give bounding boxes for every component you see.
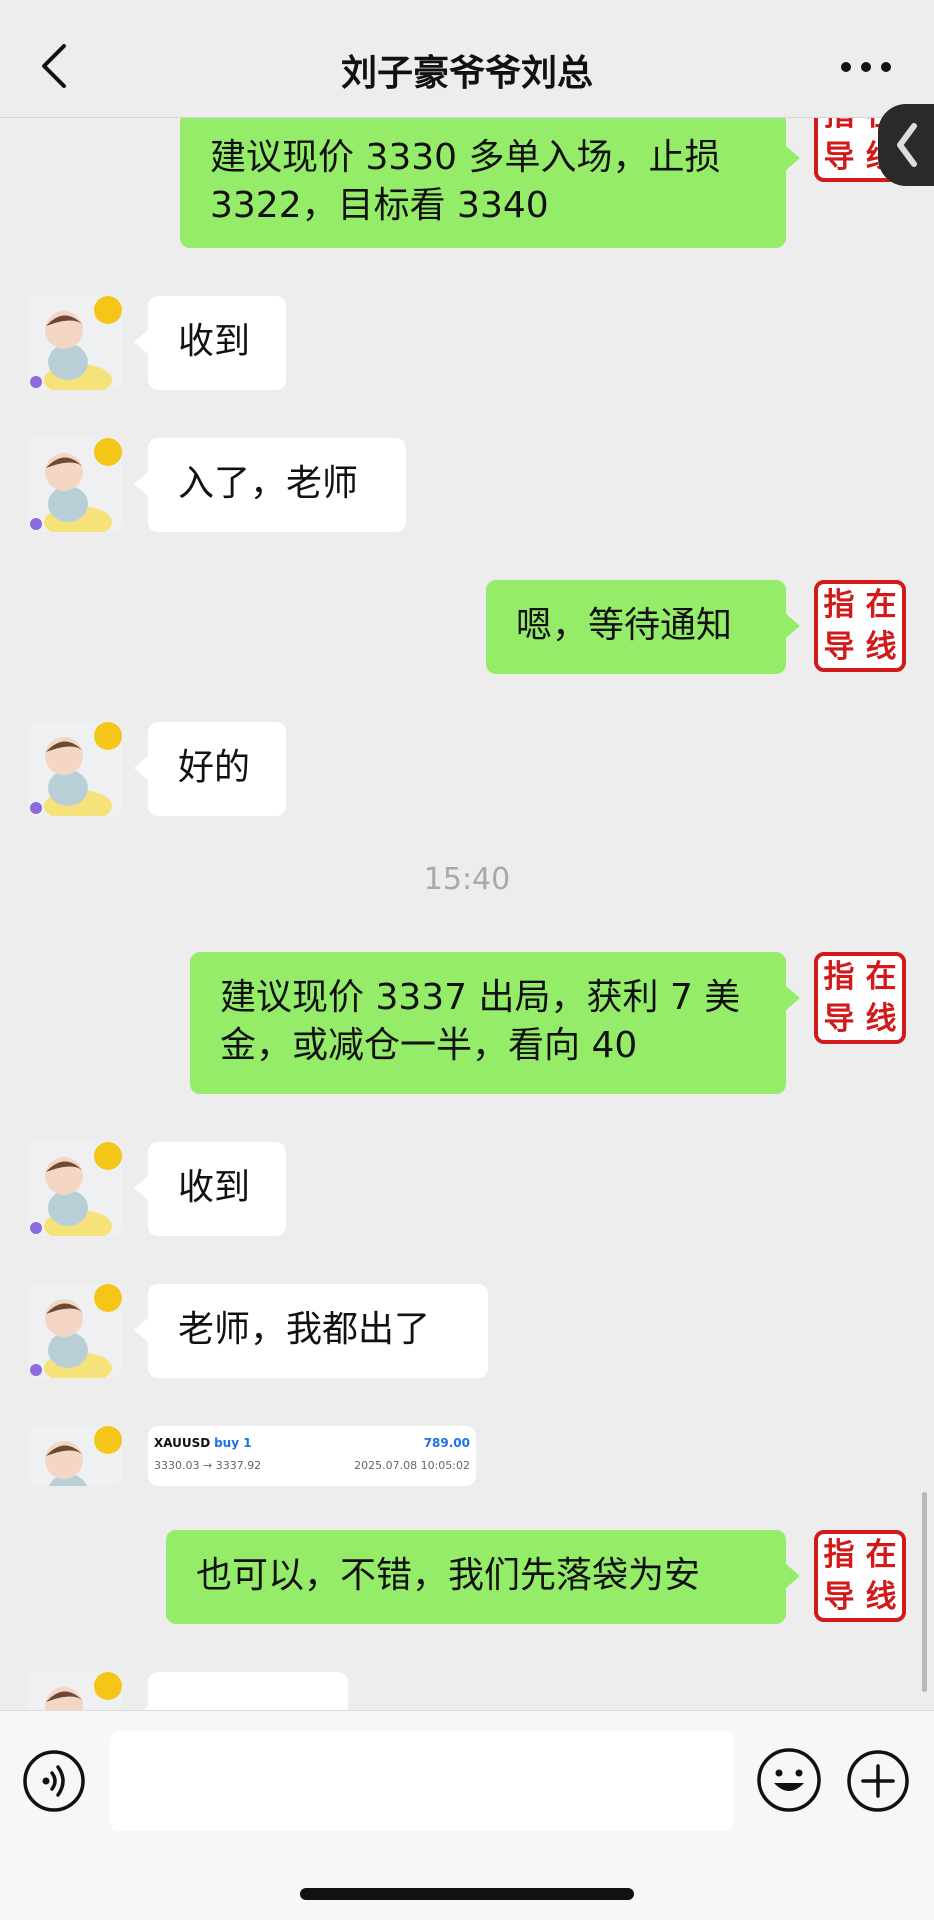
- message-bubble-outgoing[interactable]: 嗯，等待通知: [486, 580, 800, 674]
- trade-datetime: 2025.07.08 10:05:02: [354, 1458, 470, 1472]
- stamp-char: 线: [865, 628, 897, 665]
- contact-avatar[interactable]: [28, 1672, 122, 1710]
- message-text: 好的: [178, 747, 251, 788]
- trade-card[interactable]: XAUUSD buy 1 789.00 3330.03 → 3337.92 20…: [148, 1426, 476, 1486]
- message-text: 嗯，等待通知: [516, 605, 733, 646]
- stamp-char: 指: [823, 958, 855, 995]
- stamp-char: 指: [823, 586, 855, 623]
- baby-photo-icon: [28, 438, 122, 532]
- stamp-avatar[interactable]: 指 在 导 线: [814, 952, 906, 1044]
- baby-photo-icon: [28, 1672, 122, 1710]
- stamp-avatar[interactable]: 指 在 导 线: [814, 1530, 906, 1622]
- message-bubble-incoming[interactable]: 老师，我都出了: [134, 1284, 488, 1378]
- message-bubble-incoming[interactable]: 收到: [134, 1142, 286, 1236]
- contact-avatar[interactable]: [28, 438, 122, 532]
- message-bubble-incoming[interactable]: 好的: [134, 722, 286, 816]
- home-indicator[interactable]: [300, 1888, 634, 1900]
- contact-avatar[interactable]: [28, 1426, 122, 1486]
- message-text: 也可以，不错，我们先落袋为安: [196, 1555, 701, 1596]
- chat-title: 刘子豪爷爷刘总: [340, 53, 593, 94]
- message-bubble-outgoing[interactable]: 建议现价 3330 多单入场，止损 3322，目标看 3340: [180, 118, 800, 248]
- stamp-char: 线: [865, 1000, 897, 1037]
- message-bubble-incoming[interactable]: 收到: [134, 296, 286, 390]
- message-input[interactable]: [110, 1731, 734, 1831]
- message-text: 建议现价 3337 出局，获利 7 美金，或减仓一半，看向 40: [220, 977, 741, 1066]
- contact-avatar[interactable]: [28, 296, 122, 390]
- stamp-char: 导: [823, 1000, 855, 1037]
- baby-photo-icon: [28, 722, 122, 816]
- trade-prices: 3330.03 → 3337.92: [154, 1458, 262, 1472]
- ellipsis-icon[interactable]: [836, 52, 896, 82]
- stamp-char: 在: [865, 586, 897, 623]
- baby-photo-icon: [28, 1426, 122, 1486]
- stamp-char: 指: [823, 1536, 855, 1573]
- plus-icon[interactable]: [846, 1749, 910, 1813]
- scrollbar[interactable]: [922, 1492, 927, 1692]
- emoji-icon[interactable]: [756, 1747, 822, 1813]
- floating-side-tab[interactable]: [878, 104, 934, 186]
- stamp-char: 导: [823, 628, 855, 665]
- timestamp: 15:40: [423, 862, 511, 897]
- chat-area[interactable]: 建议现价 3330 多单入场，止损 3322，目标看 3340 指 在 导 线 …: [0, 118, 934, 1710]
- message-bubble-incoming[interactable]: 入了，老师: [134, 438, 406, 532]
- baby-photo-icon: [28, 1284, 122, 1378]
- stamp-char: 指: [818, 118, 860, 131]
- thumbs-up-emoji-icon: [178, 1694, 318, 1710]
- stamp-avatar[interactable]: 指 在 导 线: [814, 580, 906, 672]
- message-text: 收到: [178, 321, 251, 362]
- chevron-left-icon: [897, 123, 917, 167]
- trade-profit: 789.00: [423, 1436, 470, 1450]
- stamp-char: 在: [865, 1536, 897, 1573]
- trade-side: buy 1: [214, 1436, 252, 1450]
- contact-avatar[interactable]: [28, 1142, 122, 1236]
- message-text: 老师，我都出了: [178, 1309, 431, 1350]
- stamp-char: 导: [823, 1578, 855, 1615]
- baby-photo-icon: [28, 1142, 122, 1236]
- message-text: 入了，老师: [178, 463, 359, 504]
- stamp-char: 线: [865, 1578, 897, 1615]
- contact-avatar[interactable]: [28, 722, 122, 816]
- stamp-char: 在: [865, 958, 897, 995]
- stamp-char: 导: [823, 138, 855, 175]
- message-text: 收到: [178, 1167, 251, 1208]
- message-text: 建议现价 3330 多单入场，止损 3322，目标看 3340: [210, 137, 721, 226]
- voice-icon[interactable]: [22, 1749, 86, 1813]
- message-bubble-outgoing[interactable]: 也可以，不错，我们先落袋为安: [166, 1530, 800, 1624]
- message-bubble-outgoing[interactable]: 建议现价 3337 出局，获利 7 美金，或减仓一半，看向 40: [190, 952, 800, 1094]
- nav-bar: 刘子豪爷爷刘总: [0, 0, 934, 118]
- baby-photo-icon: [28, 296, 122, 390]
- trade-symbol: XAUUSD: [154, 1436, 211, 1450]
- message-bubble-incoming[interactable]: [134, 1672, 348, 1710]
- contact-avatar[interactable]: [28, 1284, 122, 1378]
